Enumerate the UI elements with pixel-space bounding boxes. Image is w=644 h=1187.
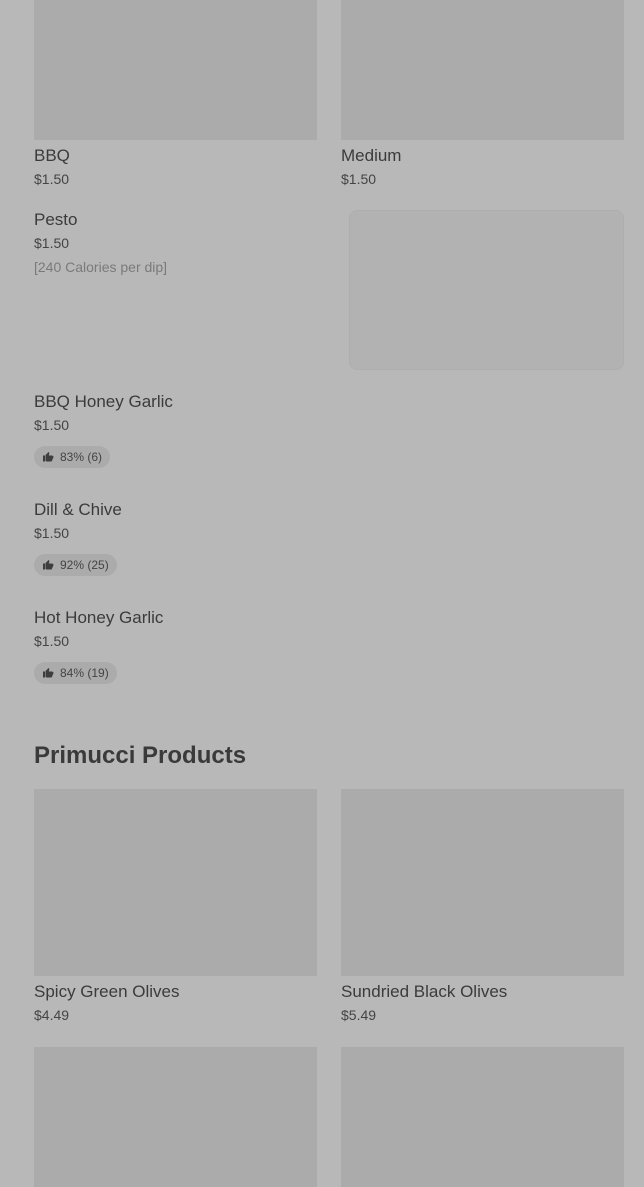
rating-badge: 84% (19) [34, 662, 117, 684]
product-price: $1.50 [34, 235, 70, 251]
product-image[interactable] [349, 210, 624, 370]
item-name: BBQ Honey Garlic [34, 392, 173, 411]
item-name: Dill & Chive [34, 500, 122, 519]
pesto-row[interactable]: Pesto $1.50 [240 Calories per dip] [34, 210, 624, 370]
product-name: Medium [341, 146, 402, 165]
product-card[interactable] [341, 1047, 624, 1187]
section-title: Primucci Products [34, 742, 247, 769]
rating-text: 84% (19) [60, 666, 109, 680]
product-image[interactable] [34, 1047, 317, 1187]
product-name: Sundried Black Olives [341, 982, 508, 1001]
pesto-info: Pesto $1.50 [240 Calories per dip] [34, 210, 334, 276]
product-price: $5.49 [341, 1007, 377, 1023]
product-image[interactable] [341, 1047, 624, 1187]
top-cards-grid: BBQ $1.50 Medium $1.50 [34, 0, 624, 188]
products-grid: Spicy Green Olives $4.49 Sundried Black … [34, 789, 624, 1024]
product-name: BBQ [34, 146, 70, 165]
item-price: $1.50 [34, 525, 70, 541]
product-card[interactable]: Medium $1.50 [341, 0, 624, 188]
product-image[interactable] [341, 0, 624, 140]
rating-text: 92% (25) [60, 558, 109, 572]
calories-note: [240 Calories per dip] [34, 259, 168, 275]
item-price: $1.50 [34, 633, 70, 649]
item-name: Hot Honey Garlic [34, 608, 164, 627]
rating-badge: 92% (25) [34, 554, 117, 576]
product-card[interactable]: BBQ $1.50 [34, 0, 317, 188]
product-name: Spicy Green Olives [34, 982, 180, 1001]
bottom-products-grid [34, 1047, 624, 1187]
list-item[interactable]: BBQ Honey Garlic $1.50 83% (6) [34, 392, 624, 468]
product-price: $4.49 [34, 1007, 70, 1023]
rating-text: 83% (6) [60, 450, 103, 464]
list-item[interactable]: Dill & Chive $1.50 92% (25) [34, 500, 624, 576]
product-image[interactable] [34, 789, 317, 976]
rating-badge: 83% (6) [34, 446, 111, 468]
product-name: Pesto [34, 210, 78, 229]
product-image[interactable] [341, 789, 624, 976]
product-image[interactable] [34, 0, 317, 140]
thumbs-up-icon [43, 560, 54, 570]
product-price: $1.50 [341, 171, 377, 187]
product-card[interactable] [34, 1047, 317, 1187]
item-price: $1.50 [34, 417, 70, 433]
product-card[interactable]: Spicy Green Olives $4.49 [34, 789, 317, 1024]
thumbs-up-icon [43, 668, 54, 678]
list-item[interactable]: Hot Honey Garlic $1.50 84% (19) [34, 608, 624, 684]
thumbs-up-icon [43, 452, 54, 462]
product-card[interactable]: Sundried Black Olives $5.49 [341, 789, 624, 1024]
product-price: $1.50 [34, 171, 70, 187]
